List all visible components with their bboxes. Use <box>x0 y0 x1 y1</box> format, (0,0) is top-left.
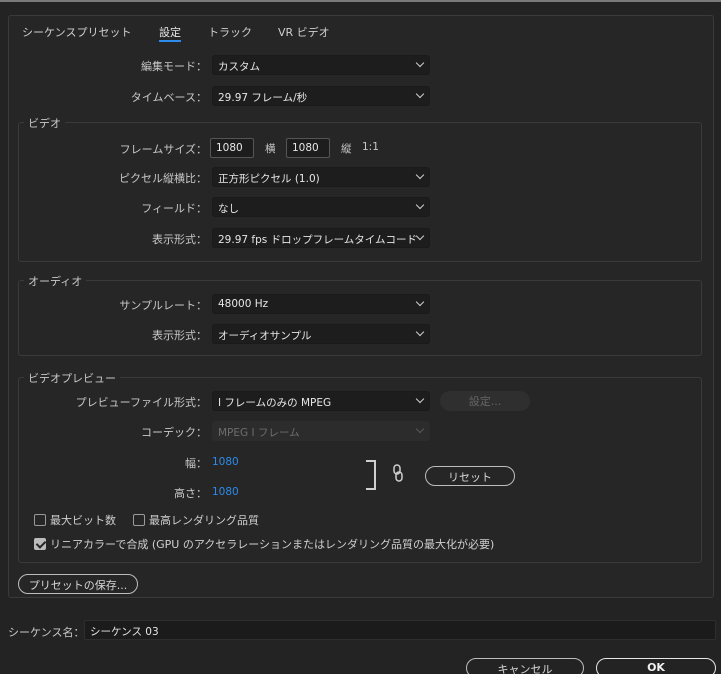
frame-size-label: フレームサイズ： <box>119 143 207 156</box>
ok-button[interactable]: OK <box>596 658 716 674</box>
timebase-dropdown[interactable]: 29.97 フレーム/秒 <box>212 86 430 106</box>
sample-rate-value: 48000 Hz <box>218 298 269 310</box>
preview-width-label: 幅： <box>185 457 207 470</box>
video-display-format-dropdown[interactable]: 29.97 fps ドロップフレームタイムコード <box>212 228 430 248</box>
edit-mode-label: 編集モード： <box>141 60 207 73</box>
max-render-quality-label: 最高レンダリング品質 <box>149 514 259 527</box>
preview-width-value[interactable]: 1080 <box>212 456 239 468</box>
reset-button[interactable]: リセット <box>425 466 515 486</box>
checkbox-icon[interactable] <box>133 514 145 526</box>
frame-width-field[interactable]: 1080 <box>210 138 254 158</box>
preview-format-dropdown[interactable]: I フレームのみの MPEG <box>212 391 430 411</box>
link-bracket <box>366 460 376 490</box>
preview-height-label: 高さ： <box>174 487 207 500</box>
codec-dropdown[interactable]: MPEG I フレーム <box>212 421 430 441</box>
chain-link-icon[interactable] <box>392 463 404 483</box>
linear-color-checkbox[interactable]: リニアカラーで合成 (GPU のアクセラレーションまたはレンダリング品質の最大化… <box>34 536 494 552</box>
horizontal-label: 横 <box>265 143 276 155</box>
sequence-name-field[interactable]: シーケンス 03 <box>84 620 716 640</box>
preview-format-value: I フレームのみの MPEG <box>218 397 332 409</box>
preview-height-value[interactable]: 1080 <box>212 486 239 498</box>
tab-sequence-presets[interactable]: シーケンスプリセット <box>22 24 131 40</box>
max-render-quality-checkbox[interactable]: 最高レンダリング品質 <box>133 512 259 528</box>
vertical-label: 縦 <box>341 143 352 155</box>
video-display-format-label: 表示形式： <box>152 233 207 246</box>
audio-group <box>18 280 702 356</box>
edit-mode-dropdown[interactable]: カスタム <box>212 55 430 75</box>
video-group-title: ビデオ <box>24 115 65 131</box>
chevron-down-icon <box>415 89 425 99</box>
codec-value: MPEG I フレーム <box>218 427 300 439</box>
linear-color-label: リニアカラーで合成 (GPU のアクセラレーションまたはレンダリング品質の最大化… <box>50 538 495 551</box>
checkbox-icon[interactable] <box>34 514 46 526</box>
cancel-button[interactable]: キャンセル <box>466 658 584 674</box>
tab-settings[interactable]: 設定 <box>159 24 181 42</box>
chevron-down-icon <box>415 327 425 337</box>
max-bit-depth-label: 最大ビット数 <box>50 514 116 527</box>
frame-height-field[interactable]: 1080 <box>286 138 330 158</box>
chevron-down-icon <box>415 58 425 68</box>
sequence-name-label: シーケンス名： <box>8 626 85 639</box>
timebase-label: タイムベース： <box>130 91 207 104</box>
checkbox-checked-icon[interactable] <box>34 538 46 550</box>
chevron-down-icon <box>415 394 425 404</box>
chevron-down-icon <box>415 297 425 307</box>
pixel-aspect-value: 正方形ピクセル (1.0) <box>218 173 320 185</box>
audio-group-title: オーディオ <box>24 273 87 289</box>
video-preview-group-title: ビデオプレビュー <box>24 370 120 386</box>
top-border <box>0 0 721 2</box>
codec-label: コーデック： <box>141 426 207 439</box>
chevron-down-icon <box>415 424 425 434</box>
audio-display-format-dropdown[interactable]: オーディオサンプル <box>212 324 430 344</box>
fields-value: なし <box>218 203 239 215</box>
pixel-aspect-label: ピクセル縦横比： <box>119 172 207 185</box>
chevron-down-icon <box>415 170 425 180</box>
tab-tracks[interactable]: トラック <box>208 24 252 40</box>
edit-mode-value: カスタム <box>218 61 260 73</box>
preview-settings-button[interactable]: 設定... <box>440 391 530 411</box>
max-bit-depth-checkbox[interactable]: 最大ビット数 <box>34 512 116 528</box>
video-display-format-value: 29.97 fps ドロップフレームタイムコード <box>218 234 418 246</box>
fields-dropdown[interactable]: なし <box>212 197 430 217</box>
sample-rate-dropdown[interactable]: 48000 Hz <box>212 294 430 314</box>
pixel-aspect-dropdown[interactable]: 正方形ピクセル (1.0) <box>212 167 430 187</box>
audio-display-format-value: オーディオサンプル <box>218 330 312 342</box>
timebase-value: 29.97 フレーム/秒 <box>218 92 308 104</box>
preview-format-label: プレビューファイル形式： <box>75 396 207 409</box>
fields-label: フィールド： <box>141 202 207 215</box>
aspect-ratio-text: 1:1 <box>362 141 379 153</box>
audio-display-format-label: 表示形式： <box>152 329 207 342</box>
save-preset-button[interactable]: プリセットの保存... <box>18 574 138 594</box>
tab-vr-video[interactable]: VR ビデオ <box>278 24 330 40</box>
sample-rate-label: サンプルレート： <box>119 299 207 312</box>
chevron-down-icon <box>415 200 425 210</box>
